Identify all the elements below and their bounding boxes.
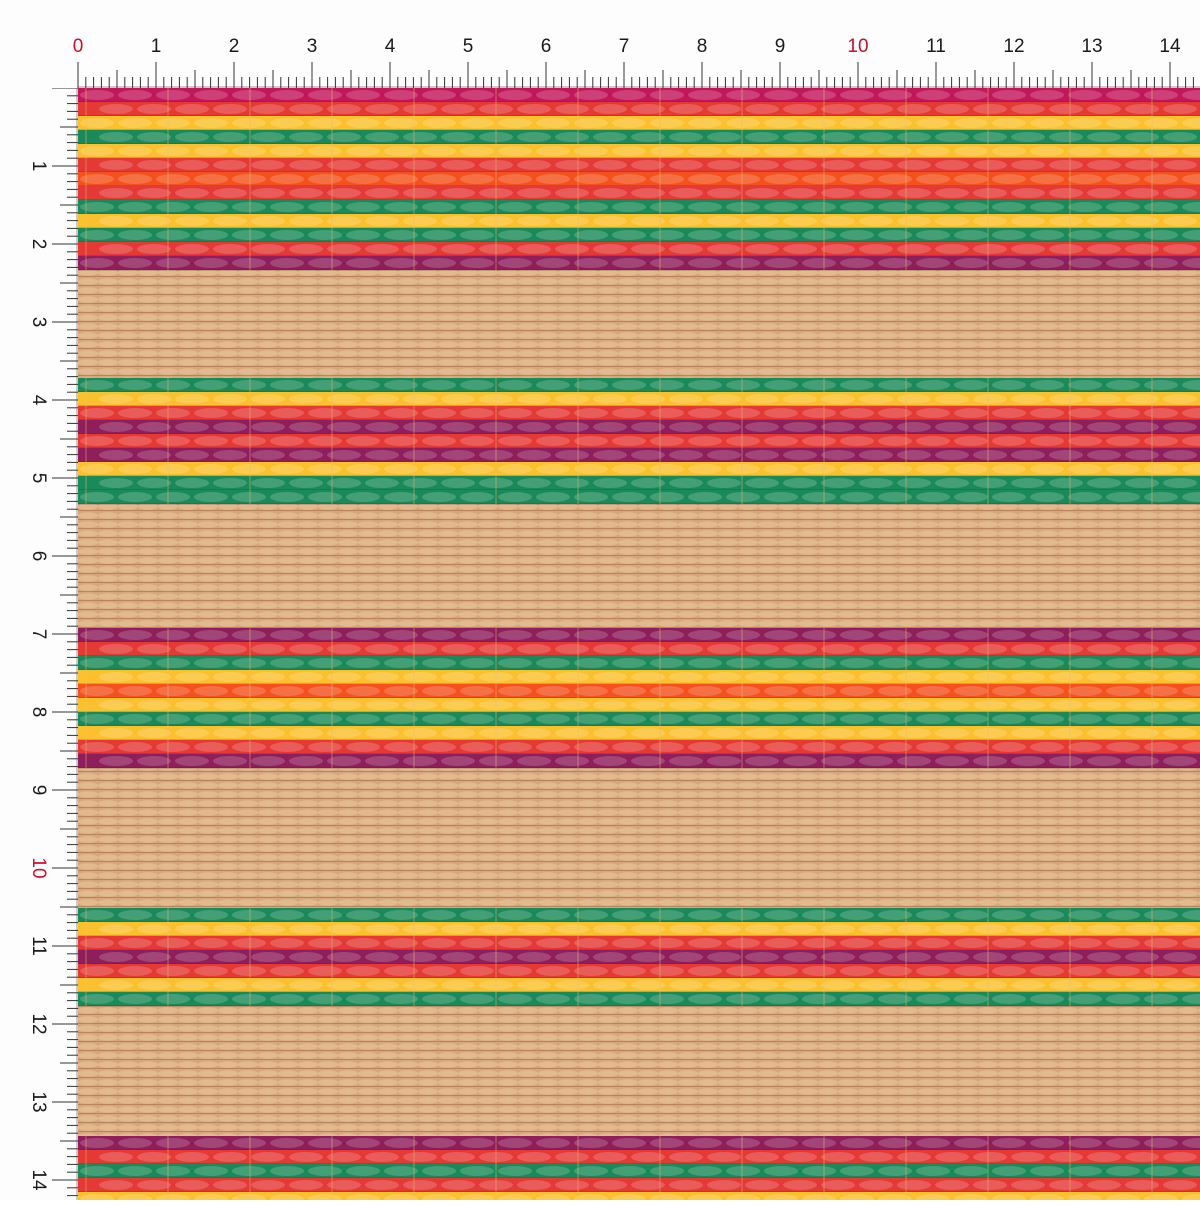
ruler-top-label: 4 bbox=[385, 36, 396, 57]
ruler-top-label: 7 bbox=[619, 36, 630, 57]
ruler-left-label: 2 bbox=[28, 239, 49, 250]
ruler-left-label: 7 bbox=[28, 629, 49, 640]
ruler-top-label: 14 bbox=[1159, 36, 1181, 57]
ruler-top-label: 1 bbox=[151, 36, 162, 57]
color-band bbox=[78, 1136, 1200, 1200]
ruler-top-label: 0 bbox=[73, 36, 84, 57]
ruler-top-label: 8 bbox=[697, 36, 708, 57]
ruler-top-label: 3 bbox=[307, 36, 318, 57]
ruler-left-label: 1 bbox=[28, 161, 49, 172]
ruler-left-label: 8 bbox=[28, 707, 49, 718]
ruler-top-label: 5 bbox=[463, 36, 474, 57]
ruler-top-label: 12 bbox=[1003, 36, 1024, 57]
ruler-left-label: 6 bbox=[28, 551, 49, 562]
ruler-top-label: 6 bbox=[541, 36, 552, 57]
ruler-left-label: 14 bbox=[28, 1169, 49, 1191]
ruler-left: 1 2 3 4 5 6 7 8 9 10 11 12 13 14 bbox=[0, 87, 78, 1200]
ruler-left-label: 9 bbox=[28, 785, 49, 796]
ruler-left-label: 10 bbox=[28, 857, 49, 878]
ruler-left-label: 5 bbox=[28, 473, 49, 484]
ruler-top: 0 1 2 3 4 5 6 7 8 9 10 11 12 13 14 bbox=[0, 0, 1200, 88]
color-band bbox=[78, 628, 1200, 769]
color-band bbox=[78, 378, 1200, 505]
woven-mat-photo bbox=[78, 88, 1200, 1200]
ruler-left-label: 13 bbox=[28, 1091, 49, 1112]
ruler-left-label: 11 bbox=[28, 936, 49, 956]
ruler-top-label: 13 bbox=[1081, 36, 1102, 57]
color-band bbox=[78, 88, 1200, 271]
ruler-left-label: 3 bbox=[28, 317, 49, 328]
ruler-top-label: 9 bbox=[775, 36, 786, 57]
ruler-top-label: 11 bbox=[926, 36, 946, 57]
ruler-left-label: 12 bbox=[28, 1013, 49, 1034]
color-band bbox=[78, 908, 1200, 1007]
ruler-left-label: 4 bbox=[28, 395, 49, 406]
ruler-top-label: 10 bbox=[847, 36, 868, 57]
ruler-top-label: 2 bbox=[229, 36, 240, 57]
